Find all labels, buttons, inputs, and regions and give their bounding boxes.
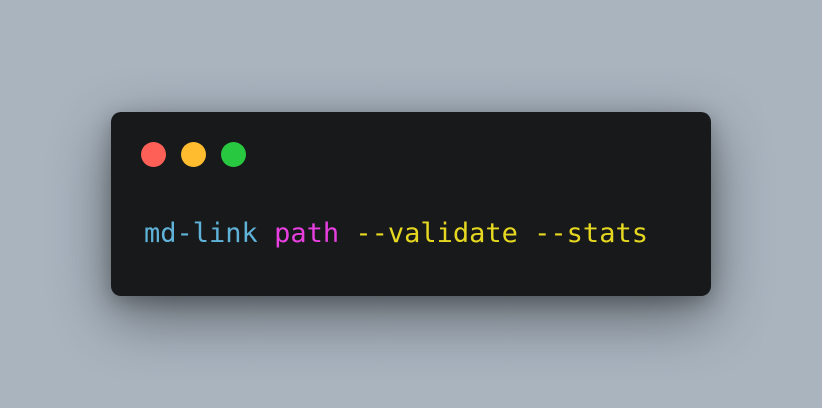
code-line: md-link path --validate --stats [144, 216, 648, 252]
window-controls [141, 142, 246, 167]
close-button[interactable] [141, 142, 166, 167]
terminal-window: md-link path --validate --stats [111, 112, 711, 296]
flags-token: --validate --stats [355, 218, 648, 249]
command-token: md-link [144, 218, 258, 249]
maximize-button[interactable] [221, 142, 246, 167]
minimize-button[interactable] [181, 142, 206, 167]
argument-token: path [274, 218, 340, 249]
